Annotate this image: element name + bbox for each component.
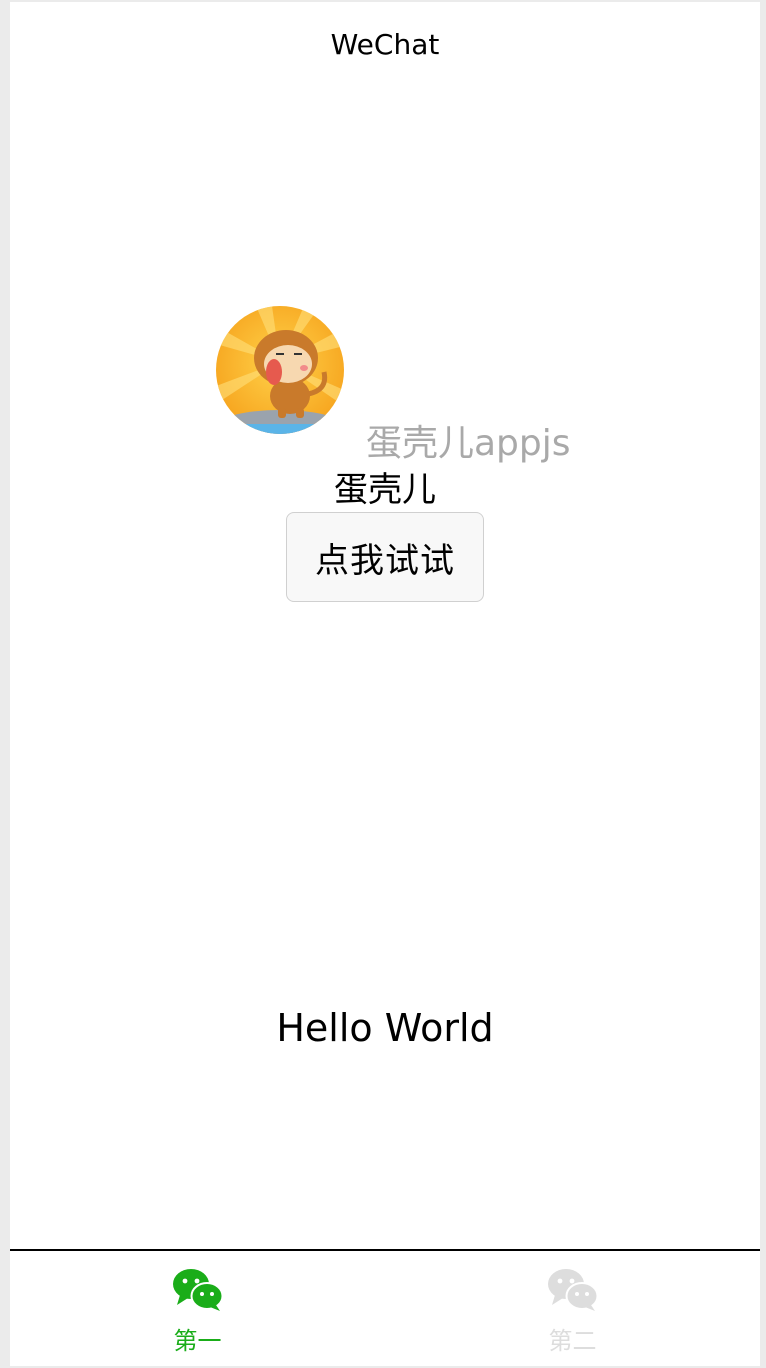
watermark-text: 蛋壳儿appjs (366, 423, 571, 464)
wechat-icon (547, 1269, 598, 1311)
monkey-avatar-icon (216, 306, 344, 434)
tab-first[interactable]: 第一 (10, 1251, 385, 1366)
tab-second-label: 第二 (548, 1327, 597, 1355)
tab-bar: 第一 第二 (10, 1249, 760, 1366)
phone-screen: WeChat 蛋壳儿appjs 蛋壳儿 点我试试 Hello World 第一 … (10, 2, 760, 1366)
hello-world-text: Hello World (276, 1006, 494, 1050)
user-avatar (216, 306, 344, 434)
try-me-button[interactable]: 点我试试 (286, 512, 484, 602)
navigation-title: WeChat (330, 28, 440, 61)
tab-second[interactable]: 第二 (385, 1251, 760, 1366)
user-nickname: 蛋壳儿 (334, 470, 436, 510)
wechat-icon (172, 1269, 223, 1311)
tab-first-label: 第一 (173, 1327, 222, 1355)
